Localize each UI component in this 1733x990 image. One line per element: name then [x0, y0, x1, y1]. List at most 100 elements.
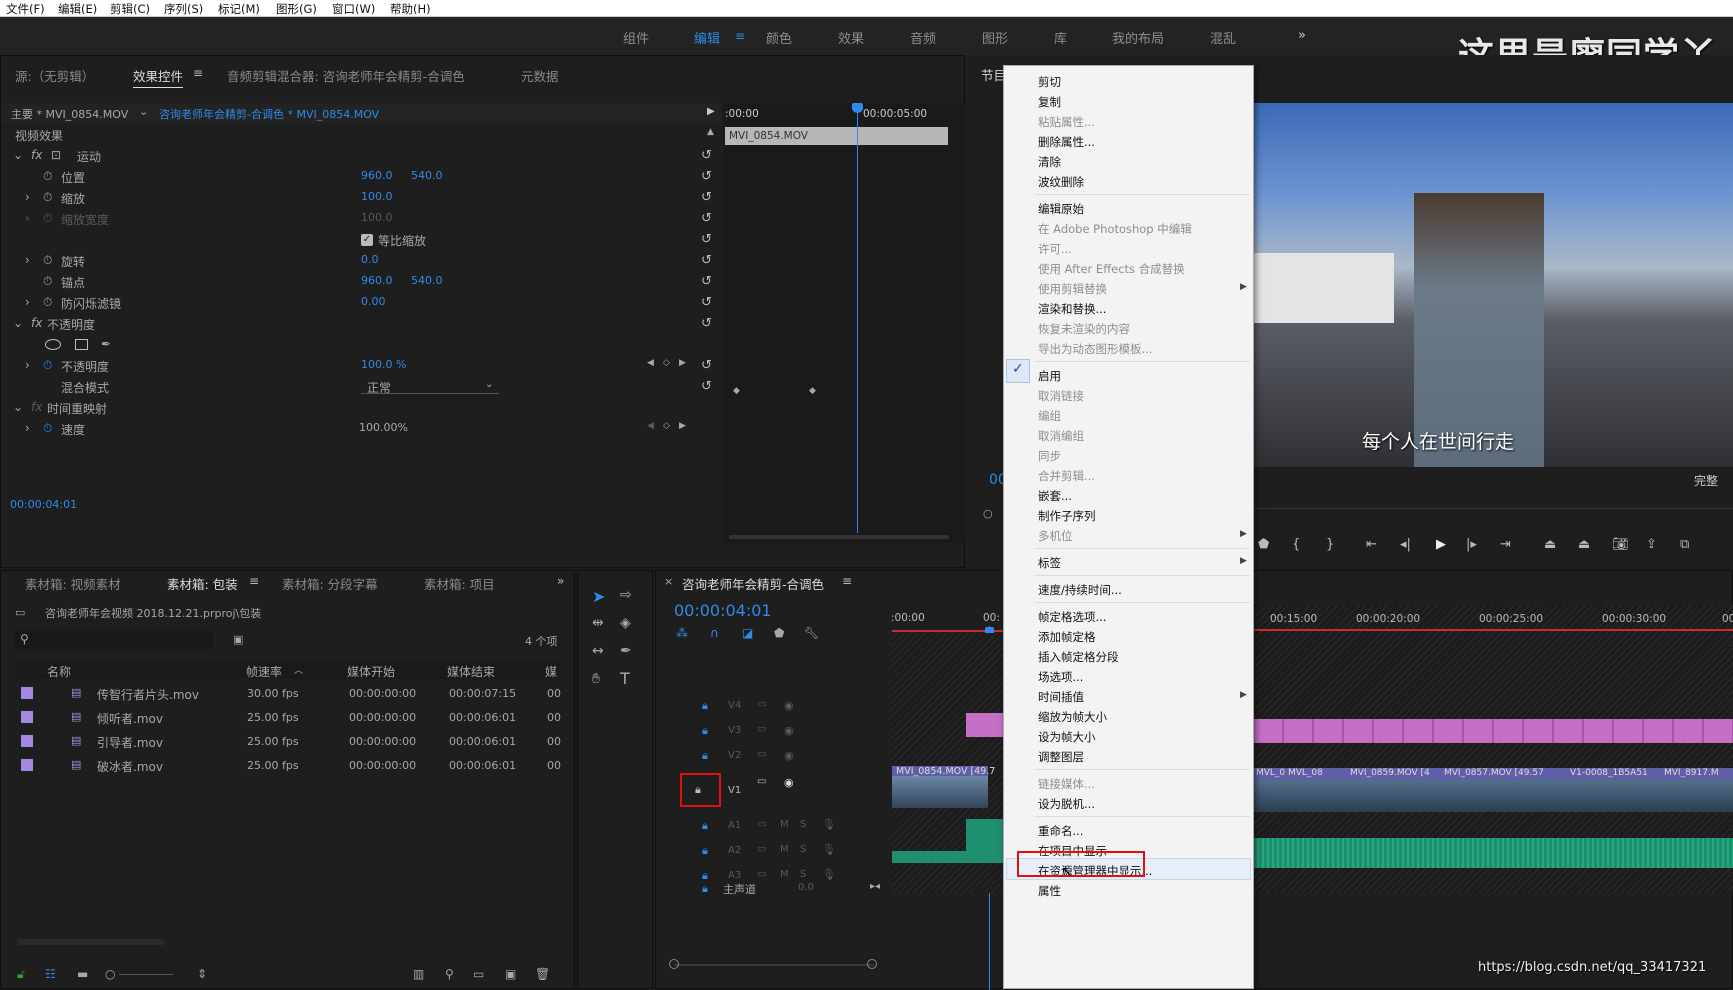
motion-row[interactable]: ⌄ fx ⊡ 运动 ↺ [1, 145, 721, 166]
expand-chevron-icon[interactable]: ⌄ [13, 400, 23, 414]
close-icon[interactable]: × [664, 575, 673, 588]
playhead-line[interactable] [857, 103, 858, 533]
collapse-up-icon[interactable]: ▲ [707, 127, 714, 137]
reset-icon[interactable]: ↺ [701, 211, 712, 226]
new-bin-icon[interactable]: ▭ [473, 967, 484, 981]
column-framerate[interactable]: 帧速率 [246, 663, 282, 680]
automate-icon[interactable]: ▥ [413, 967, 424, 981]
lock-icon[interactable]: 🔓︎ [17, 967, 25, 982]
motion-transform-icon[interactable]: ⊡ [51, 148, 61, 162]
next-keyframe-icon[interactable]: ▶ [679, 421, 686, 431]
stopwatch-icon[interactable]: ⏱ [43, 253, 52, 268]
menu-item-nest[interactable]: 嵌套... [1038, 488, 1072, 504]
icon-view-icon[interactable]: ▬ [77, 967, 88, 981]
workspace-assembly[interactable]: 组件 [623, 28, 649, 47]
play-icon[interactable]: ▶ [707, 106, 715, 117]
sort-up-icon[interactable]: ︿ [294, 663, 303, 676]
menu-item-adjustment-layer[interactable]: 调整图层 [1038, 749, 1084, 765]
mute-icon[interactable]: M [780, 844, 789, 855]
playhead-handle[interactable] [852, 103, 863, 113]
effect-mini-timeline[interactable]: :00:00 00:00:05:00 MVI_0854.MOV ◆ ◆ [723, 103, 966, 543]
stopwatch-icon[interactable]: ⏱ [43, 274, 52, 289]
reset-icon[interactable]: ↺ [701, 274, 712, 289]
pen-tool-icon[interactable]: ✒ [620, 643, 632, 659]
go-to-in-icon[interactable]: ⇤ [1366, 537, 1377, 552]
lock-icon[interactable]: 🔒︎ [695, 783, 701, 797]
expand-chevron-icon[interactable]: › [25, 190, 30, 204]
menu-marker[interactable]: 标记(M) [218, 1, 260, 17]
type-tool-icon[interactable]: T [620, 669, 630, 688]
reset-icon[interactable]: ↺ [701, 169, 712, 184]
snap-icon[interactable]: ∩ [710, 626, 719, 640]
razor-tool-icon[interactable]: ◈ [620, 615, 631, 631]
eye-icon[interactable]: ◉ [784, 724, 794, 737]
audio-clip[interactable] [892, 851, 1012, 863]
resolution-select[interactable]: 完整 [1694, 472, 1718, 489]
lock-icon[interactable]: 🔒︎ [702, 844, 708, 858]
timeline-title[interactable]: 咨询老师年会精剪-合调色 [682, 574, 824, 593]
step-forward-icon[interactable]: |▸ [1466, 537, 1477, 552]
column-media-end[interactable]: 媒体结束 [447, 663, 495, 680]
menu-graphics[interactable]: 图形(G) [276, 1, 317, 17]
menu-item-field-options[interactable]: 场选项... [1038, 669, 1083, 685]
expand-chevron-icon[interactable]: › [25, 358, 30, 372]
chevron-down-icon[interactable]: ⌄ [485, 379, 493, 390]
selection-tool-icon[interactable]: ➤ [592, 587, 605, 606]
mic-icon[interactable]: 🎙︎ [822, 818, 836, 831]
position-x-value[interactable]: 960.0 [361, 169, 393, 182]
workspace-chaos[interactable]: 混乱 [1210, 28, 1236, 47]
lift-icon[interactable]: ⏏ [1544, 537, 1556, 552]
eye-icon[interactable]: ◉ [784, 749, 794, 762]
sync-lock-icon[interactable]: ▭ [757, 844, 766, 855]
work-area-bar[interactable] [1254, 629, 1733, 631]
sequence-clip-label[interactable]: 咨询老师年会精剪-合调色 * MVI_0854.MOV [159, 106, 379, 122]
linked-selection-icon[interactable]: ◪ [742, 626, 753, 640]
sync-lock-icon[interactable]: ▭ [757, 699, 766, 710]
timeline-scrollbar[interactable] [669, 959, 877, 969]
eye-icon[interactable]: ◉ [784, 776, 794, 789]
lock-icon[interactable]: 🔒︎ [702, 724, 708, 738]
sync-lock-icon[interactable]: ▭ [757, 776, 766, 787]
mini-clip[interactable]: MVI_0854.MOV [725, 127, 948, 145]
mute-icon[interactable]: M [780, 869, 789, 880]
tab-bin-subtitles[interactable]: 素材箱: 分段字幕 [282, 574, 378, 593]
pen-mask-icon[interactable]: ✒ [101, 337, 111, 351]
workspace-more-button[interactable]: » [1298, 28, 1306, 43]
master-volume[interactable]: 0.0 [798, 882, 814, 893]
new-item-icon[interactable]: ▣ [505, 967, 516, 981]
solo-icon[interactable]: S [800, 844, 806, 855]
panel-menu-icon[interactable]: ≡ [249, 574, 259, 588]
column-name[interactable]: 名称 [47, 663, 71, 680]
workspace-color[interactable]: 颜色 [766, 28, 792, 47]
reset-icon[interactable]: ↺ [701, 253, 712, 268]
bin-search-input[interactable]: ⚲ [15, 631, 213, 649]
expand-chevron-icon[interactable]: › [25, 253, 30, 267]
chevron-down-icon[interactable]: ⌄ [139, 105, 148, 118]
audio-clip[interactable] [1254, 838, 1733, 868]
workspace-library[interactable]: 库 [1054, 28, 1067, 47]
workspace-graphics[interactable]: 图形 [982, 28, 1008, 47]
menu-item-scale-to-frame[interactable]: 缩放为帧大小 [1038, 709, 1107, 725]
v1-clips[interactable]: MVL_0 MVL_08 MVI_0859.MOV [4 MVI_0857.MO… [1254, 768, 1733, 812]
opacity-group-row[interactable]: ⌄ fx 不透明度 ↺ [1, 313, 721, 334]
marker-icon[interactable]: ⬟ [1258, 537, 1269, 552]
stopwatch-icon[interactable]: ⏱ [43, 169, 52, 184]
find-icon[interactable]: ⚲ [445, 967, 454, 981]
menu-item-add-frame-hold[interactable]: 添加帧定格 [1038, 629, 1096, 645]
stopwatch-active-icon[interactable]: ⏱ [43, 358, 52, 373]
menu-item-insert-frame-hold[interactable]: 插入帧定格分段 [1038, 649, 1119, 665]
menu-sequence[interactable]: 序列(S) [164, 1, 203, 17]
menu-item-label[interactable]: 标签 [1038, 555, 1061, 571]
tab-source[interactable]: 源:（无剪辑） [15, 66, 94, 85]
label-color-swatch[interactable] [21, 711, 33, 723]
ellipse-mask-icon[interactable] [45, 339, 61, 350]
menu-item-render-replace[interactable]: 渲染和替换... [1038, 301, 1106, 317]
position-y-value[interactable]: 540.0 [411, 169, 443, 182]
prev-keyframe-icon[interactable]: ◀ [647, 421, 654, 431]
master-clip-label[interactable]: 主要 * MVI_0854.MOV [11, 106, 128, 122]
menu-edit[interactable]: 编辑(E) [58, 1, 97, 17]
list-item[interactable]: ▤ 引导者.mov 25.00 fps 00:00:00:00 00:00:06… [15, 730, 561, 754]
jump-end-icon[interactable]: ▸◂ [870, 881, 880, 892]
reset-icon[interactable]: ↺ [701, 316, 712, 331]
menu-item-time-interpolation[interactable]: 时间插值 [1038, 689, 1084, 705]
